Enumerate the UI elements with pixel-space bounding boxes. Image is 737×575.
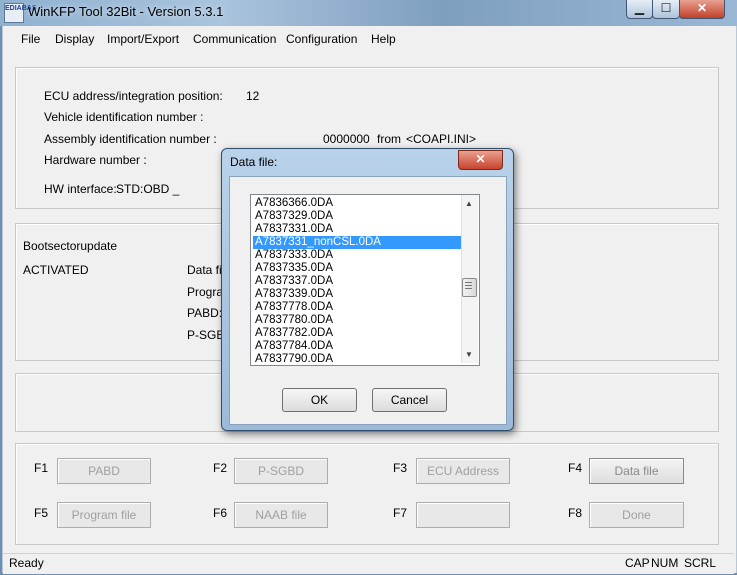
file-list-item[interactable]: A7837329.0DA — [255, 210, 333, 223]
scrollbar-thumb[interactable] — [462, 278, 477, 297]
menu-configuration[interactable]: Configuration — [286, 32, 357, 46]
assembly-value: 0000000 — [323, 132, 370, 146]
menu-help[interactable]: Help — [371, 32, 396, 46]
app-icon[interactable]: EDIABAS — [4, 3, 37, 23]
close-button[interactable]: ✕ — [679, 0, 725, 19]
f1-key-label: F1 — [34, 461, 49, 475]
assembly-source: <COAPI.INI> — [406, 132, 477, 146]
caps-indicator: CAP — [625, 556, 650, 570]
file-listbox[interactable]: A7836366.0DA A7837329.0DA A7837331.0DA A783… — [250, 194, 480, 366]
file-list-item[interactable]: A7837780.0DA — [255, 314, 333, 327]
f5-key-label: F5 — [34, 506, 49, 520]
psgbd-button[interactable]: P-SGBD — [234, 458, 328, 484]
file-list-item[interactable]: A7837337.0DA — [255, 275, 333, 288]
file-list-item[interactable]: A7837331.0DA — [255, 223, 333, 236]
file-list-item[interactable]: A7837339.0DA — [255, 288, 333, 301]
assembly-from: from — [377, 132, 401, 146]
hw-interface-value: STD:OBD _ — [116, 182, 180, 196]
menu-file[interactable]: File — [21, 32, 40, 46]
f2-key-label: F2 — [213, 461, 228, 475]
maximize-button[interactable]: ☐ — [652, 0, 680, 19]
window-title: WinKFP Tool 32Bit - Version 5.3.1 — [28, 4, 224, 19]
ecu-address-value: 12 — [246, 89, 260, 103]
menu-import-export[interactable]: Import/Export — [107, 32, 179, 46]
scroll-indicator: SCRL — [684, 556, 717, 570]
file-list-item[interactable]: A7837778.0DA — [255, 301, 333, 314]
data-file-button[interactable]: Data file — [589, 458, 684, 484]
pabd-button[interactable]: PABD — [57, 458, 151, 484]
assembly-label: Assembly identification number : — [44, 132, 217, 146]
f8-key-label: F8 — [568, 506, 583, 520]
data-file-label: Data fil — [187, 263, 225, 277]
menu-communication[interactable]: Communication — [193, 32, 276, 46]
bootsector-title: Bootsectorupdate — [23, 239, 118, 253]
naab-file-button[interactable]: NAAB file — [234, 502, 328, 528]
program-file-button[interactable]: Program file — [57, 502, 151, 528]
dialog-title: Data file: — [230, 155, 278, 169]
scroll-up-icon[interactable]: ▲ — [461, 199, 477, 208]
thumb-grip-icon — [465, 282, 472, 283]
num-indicator: NUM — [651, 556, 679, 570]
cancel-button[interactable]: Cancel — [372, 388, 447, 412]
ecu-address-label: ECU address/integration position: — [44, 89, 223, 103]
done-button[interactable]: Done — [589, 502, 684, 528]
f4-key-label: F4 — [568, 461, 583, 475]
f7-button[interactable] — [416, 502, 510, 528]
ecu-address-button[interactable]: ECU Address — [416, 458, 510, 484]
f6-key-label: F6 — [213, 506, 228, 520]
hardware-label: Hardware number : — [44, 153, 147, 167]
file-list-item[interactable]: A7837333.0DA — [255, 249, 333, 262]
file-list-item[interactable]: A7837335.0DA — [255, 262, 333, 275]
file-list-item[interactable]: A7837782.0DA — [255, 327, 333, 340]
file-list-item[interactable]: A7836366.0DA — [255, 197, 333, 210]
ok-button[interactable]: OK — [282, 388, 357, 412]
pabd-label: PABD: — [187, 306, 223, 320]
f7-key-label: F7 — [393, 506, 408, 520]
menu-display[interactable]: Display — [55, 32, 94, 46]
minimize-button[interactable]: ▁ — [626, 0, 653, 19]
hw-interface-label: HW interface: — [44, 182, 117, 196]
file-list-item[interactable]: A7837784.0DA — [255, 340, 333, 353]
dialog-close-button[interactable]: ✕ — [458, 150, 503, 170]
file-list-item[interactable]: A7837790.0DA — [255, 353, 333, 365]
f3-key-label: F3 — [393, 461, 408, 475]
vin-label: Vehicle identification number : — [44, 110, 204, 124]
file-list-item-selected[interactable]: A7837331_nonCSL.0DA — [253, 236, 463, 249]
bootsector-status: ACTIVATED — [23, 263, 89, 277]
status-text: Ready — [9, 556, 44, 570]
scroll-down-icon[interactable]: ▼ — [461, 350, 477, 359]
